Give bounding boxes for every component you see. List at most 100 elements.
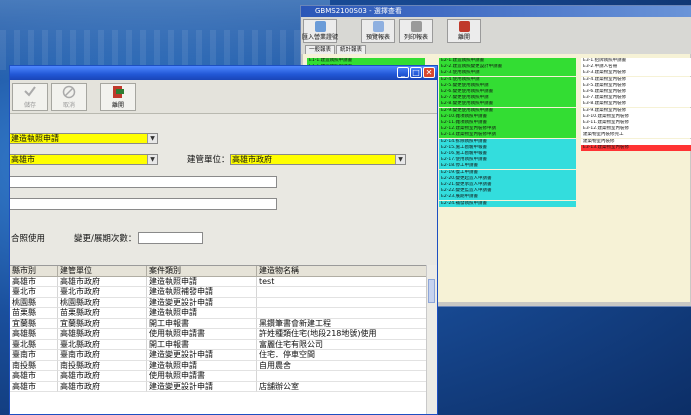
report-grid-cell[interactable]: E2-4.使用執照申請: [439, 76, 576, 83]
report-grid-cell[interactable]: E2-13.建築物室內裝修申請: [439, 132, 576, 139]
cell-agency: 高雄市政府: [58, 381, 147, 392]
cell-county: 苗栗縣: [10, 308, 58, 319]
report-grid-cell[interactable]: [581, 163, 691, 169]
application-type-select[interactable]: 建造執照申請 ▼: [10, 133, 158, 144]
building-name-input[interactable]: [10, 176, 277, 188]
cell-county: 南投縣: [10, 360, 58, 371]
report-grid-cell[interactable]: E2-1.建造執照申請書: [439, 58, 576, 64]
address-input[interactable]: [10, 198, 277, 210]
cancel-button-label: 取消: [62, 102, 75, 109]
header-building-name[interactable]: 建造物名稱: [257, 266, 429, 277]
report-grid-cell[interactable]: E3-5.建築物室內裝修: [581, 82, 691, 89]
table-row[interactable]: 高雄市 高雄市政府 使用執照申請書: [10, 371, 437, 382]
report-toolbar: 匯入營業證號 預覽報表 列印報表 離開: [301, 17, 691, 45]
chevron-down-icon: ▼: [147, 134, 157, 143]
cell-county: 臺南市: [10, 350, 58, 361]
report-grid-cell[interactable]: E3-10.建築物室內裝修: [581, 113, 691, 120]
table-header: 縣市別 建管單位 案件類別 建造物名稱: [10, 266, 437, 277]
report-grid-cell[interactable]: E2-17.使用執照申請書: [439, 157, 576, 164]
report-grid-cell[interactable]: [581, 194, 691, 200]
report-grid-cell[interactable]: E2-15.施工勘驗申報書: [439, 144, 576, 151]
minimize-button[interactable]: _: [397, 67, 409, 78]
report-grid-cell[interactable]: E3-1.招牌執照申請書: [581, 58, 691, 64]
report-grid-cell[interactable]: E3-11.建築物室內裝修: [581, 120, 691, 126]
header-county[interactable]: 縣市別: [10, 266, 58, 277]
report-grid-cell[interactable]: E2-16.施工勘驗申報書: [439, 151, 576, 157]
report-grid-cell[interactable]: [581, 151, 691, 157]
report-grid-cell[interactable]: E3-12.建築物室內裝修: [581, 126, 691, 133]
cell-county: 高雄市: [10, 276, 58, 287]
save-button[interactable]: 儲存: [12, 83, 48, 111]
cell-case-type: 開工申報書: [147, 339, 257, 350]
cell-case-type: 建造變更設計申請: [147, 350, 257, 361]
report-grid-cell[interactable]: [581, 170, 691, 176]
preview-button[interactable]: 預覽報表: [361, 19, 395, 43]
county-select[interactable]: 高雄市 ▼: [10, 154, 158, 165]
table-row[interactable]: 臺北縣 臺北縣政府 開工申報書 富麗住宅有限公司: [10, 339, 437, 350]
report-grid-cell[interactable]: [581, 201, 691, 207]
table-row[interactable]: 南投縣 南投縣政府 建造執照申請 自用農舍: [10, 360, 437, 371]
report-grid-cell[interactable]: E2-14.拆除執照申請書: [439, 138, 576, 145]
report-grid-cell[interactable]: E2-11.雜項執照申請書: [439, 120, 576, 126]
cancel-button[interactable]: 取消: [51, 83, 87, 111]
report-grid-cell[interactable]: [581, 182, 691, 188]
table-row[interactable]: 臺北市 臺北市政府 建造執照補發申請: [10, 287, 437, 298]
report-grid-cell[interactable]: E3-4.建築物室內裝修: [581, 76, 691, 83]
close-button[interactable]: ✕: [423, 67, 435, 78]
report-grid-cell[interactable]: E3-13.建築物室內裝修: [581, 144, 691, 151]
report-grid-cell[interactable]: E2-10.雜項執照申請書: [439, 113, 576, 120]
exit-button[interactable]: 離開: [100, 83, 136, 111]
report-grid-cell[interactable]: E3-2.申請人名冊: [581, 64, 691, 71]
report-grid-cell[interactable]: E2-5.變更使用執照申請: [439, 82, 576, 89]
tab-statistics-report[interactable]: 統計報表: [336, 45, 367, 54]
report-grid-cell[interactable]: E3-6.建築物室內裝修: [581, 89, 691, 95]
table-row[interactable]: 高雄市 高雄市政府 建造變更設計申請 店舖辦公室: [10, 381, 437, 392]
report-grid-cell[interactable]: E3-3.建築物室內裝修: [581, 70, 691, 77]
report-grid-cell[interactable]: E3-9.建築物室內裝修: [581, 107, 691, 114]
report-grid-cell[interactable]: E2-18.停工申請書: [439, 163, 576, 170]
table-scrollbar[interactable]: [426, 265, 437, 414]
report-grid-cell[interactable]: E2-19.復工申請書: [439, 169, 576, 176]
report-exit-button[interactable]: 離開: [447, 19, 481, 43]
report-grid-cell[interactable]: E2-3.使用執照申請: [439, 70, 576, 77]
report-grid-cell[interactable]: E2-12.建築物室內裝修申請: [439, 126, 576, 133]
case-table: 縣市別 建管單位 案件類別 建造物名稱 高雄市 高雄市政府 建造執照申請 test 臺…: [10, 265, 437, 414]
report-grid-cell[interactable]: E2-6.變更使用執照申請書: [439, 89, 576, 95]
agency-select[interactable]: 高雄市政府 ▼: [230, 154, 406, 165]
report-grid-cell[interactable]: 建築物室內裝修完工: [581, 132, 691, 139]
report-grid-cell[interactable]: E2-9.變更使用執照申請書: [439, 107, 576, 114]
table-row[interactable]: 高雄市 高雄市政府 建造執照申請 test: [10, 276, 437, 287]
header-case-type[interactable]: 案件類別: [147, 266, 257, 277]
maximize-button[interactable]: □: [410, 67, 422, 78]
report-grid-cell[interactable]: E1-1.建造執照申請書: [307, 58, 425, 64]
report-grid-cell[interactable]: 建築物室內裝修: [581, 138, 691, 145]
header-agency[interactable]: 建管單位: [58, 266, 147, 277]
scrollbar-thumb[interactable]: [428, 279, 435, 303]
report-grid-cell[interactable]: [581, 176, 691, 182]
import-button[interactable]: 匯入營業證號: [302, 19, 338, 43]
report-grid-cell[interactable]: E2-21.變更承造人申請書: [439, 182, 576, 188]
cell-agency: 苗栗縣政府: [58, 308, 147, 319]
report-grid-cell[interactable]: E3-7.建築物室內裝修: [581, 95, 691, 102]
report-grid-cell[interactable]: [581, 157, 691, 163]
report-grid-cell[interactable]: E3-8.建築物室內裝修: [581, 101, 691, 108]
change-count-input[interactable]: [138, 232, 203, 244]
table-row[interactable]: 桃園縣 桃園縣政府 建造變更設計申請: [10, 297, 437, 308]
report-grid-cell[interactable]: E2-7.變更使用執照申請: [439, 95, 576, 102]
report-grid-cell[interactable]: E2-8.變更使用執照申請書: [439, 101, 576, 108]
report-grid-cell[interactable]: E2-23.展期申請書: [439, 194, 576, 201]
report-grid-cell[interactable]: E2-22.變更監造人申請書: [439, 188, 576, 195]
application-type-value: 建造執照申請: [11, 134, 59, 143]
report-grid-cell[interactable]: [581, 188, 691, 194]
table-row[interactable]: 高雄縣 高雄縣政府 使用執照申請書 許姓種類住宅(地段218地號)使用: [10, 329, 437, 340]
save-button-label: 儲存: [23, 102, 36, 109]
print-button[interactable]: 列印報表: [399, 19, 433, 43]
report-grid-cell[interactable]: E2-24.補發執照申請書: [439, 200, 576, 207]
table-row[interactable]: 臺南市 臺南市政府 建造變更設計申請 住宅．停車空間: [10, 350, 437, 361]
table-row[interactable]: 宜蘭縣 宜蘭縣政府 開工申報書 黑鑽筆書會新建工程: [10, 318, 437, 329]
report-grid-cell[interactable]: E2-20.變更起造人申請書: [439, 175, 576, 182]
application-window: _ □ ✕ 儲存 取消 離開 建造執照申請 ▼ 高雄市 ▼ 建管單位： 高雄市政…: [9, 65, 438, 415]
table-row[interactable]: 苗栗縣 苗栗縣政府 建造執照申請: [10, 308, 437, 319]
tab-general-report[interactable]: 一般報表: [305, 45, 336, 54]
report-grid-cell[interactable]: E2-2.建造執照變更設計申請書: [439, 64, 576, 71]
